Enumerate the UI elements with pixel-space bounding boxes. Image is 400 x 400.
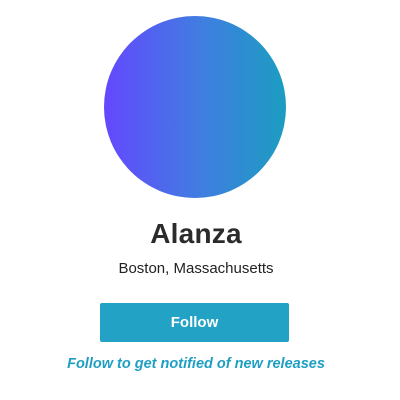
follow-button[interactable]: Follow [100,303,289,342]
artist-avatar [104,16,286,198]
follow-hint-text: Follow to get notified of new releases [67,356,325,372]
artist-location: Boston, Massachusetts [118,260,274,277]
artist-name: Alanza [150,218,242,249]
artist-profile: Alanza Boston, Massachusetts Follow Foll… [0,0,400,400]
